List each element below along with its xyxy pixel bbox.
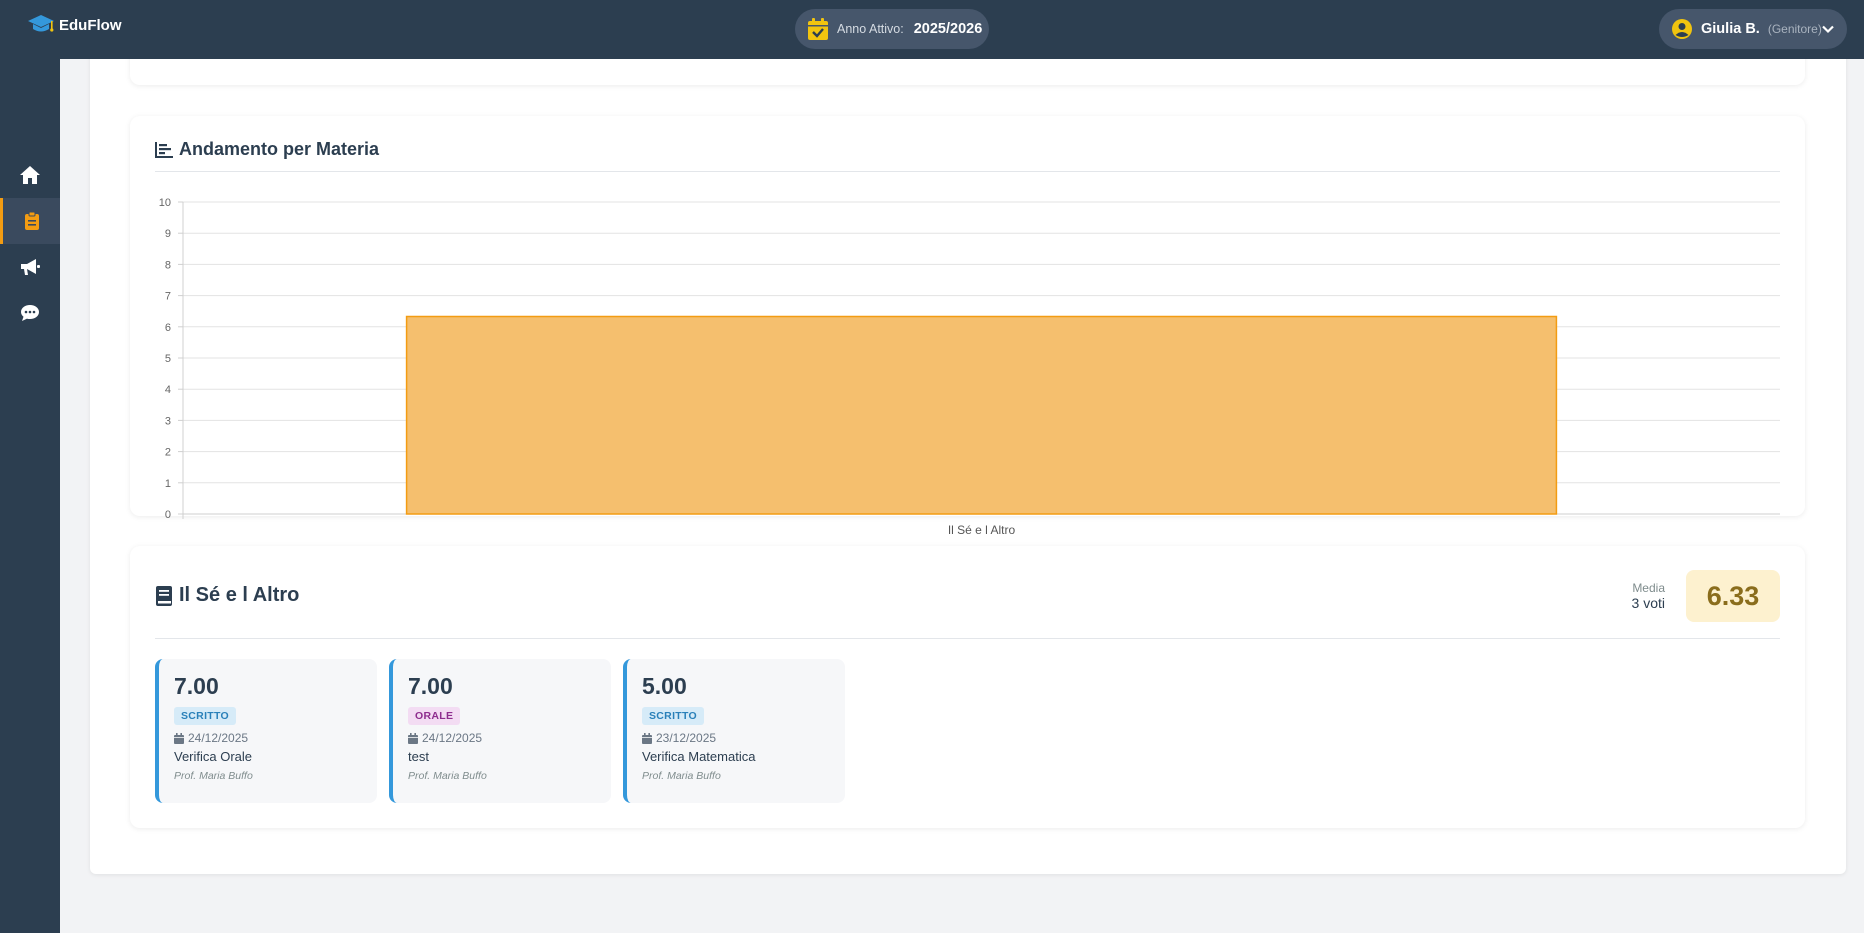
chart-bar-icon [155,141,173,158]
average-label: Media [1632,581,1665,595]
grade-teacher: Prof. Maria Buffo [642,770,721,782]
average-badge: 6.33 [1686,570,1780,622]
grade-teacher: Prof. Maria Buffo [408,770,487,782]
chat-icon [21,305,39,321]
average-info: Media 3 voti [1632,581,1665,611]
grade-date-text: 24/12/2025 [188,731,249,745]
top-bar: EduFlow Anno Attivo: 2025/2026 Giulia B.… [0,0,1864,59]
grade-card[interactable]: 7.00 ORALE 24/12/2025 test Prof. Maria Buffo [389,659,611,803]
active-year-value: 2025/2026 [913,21,983,37]
sidebar-item-home[interactable] [0,152,60,198]
chevron-down-icon [1822,25,1834,34]
book-icon [156,585,172,606]
user-menu[interactable]: Giulia B. (Genitore) [1659,9,1847,49]
grade-value: 5.00 [642,673,687,699]
grade-date: 24/12/2025 [174,731,377,745]
subject-title-text: Il Sé e l Altro [179,584,300,606]
chart-card: Andamento per Materia [130,116,1805,516]
grade-type-badge: ORALE [408,707,461,725]
home-icon [20,166,40,184]
grade-date-text: 23/12/2025 [656,731,717,745]
calendar-check-icon [808,18,828,40]
grade-card[interactable]: 7.00 SCRITTO 24/12/2025 Verifica Orale Prof.… [155,659,377,803]
calendar-icon [174,732,184,744]
grade-value: 7.00 [174,673,219,699]
clipboard-icon [24,211,39,230]
grade-description: Verifica Matematica [642,749,756,764]
grade-date: 23/12/2025 [642,731,845,745]
user-role: (Genitore) [1767,22,1822,36]
grade-date: 24/12/2025 [408,731,611,745]
grade-type-badge: SCRITTO [642,707,704,725]
sidebar-item-announcements[interactable] [0,244,60,290]
calendar-icon [642,732,652,744]
grade-card[interactable]: 5.00 SCRITTO 23/12/2025 Verifica Matematica… [623,659,845,803]
active-year-label: Anno Attivo: [837,22,904,36]
active-year-pill[interactable]: Anno Attivo: 2025/2026 [795,9,989,49]
user-avatar-icon [1672,19,1692,39]
grade-count: 3 voti [1631,595,1665,611]
calendar-icon [408,732,418,744]
grade-value: 7.00 [408,673,453,699]
grade-description: test [408,749,429,764]
subject-card: Il Sé e l Altro Media 3 voti 6.33 7.00 SC… [130,546,1805,828]
sidebar-item-grades[interactable] [0,198,60,244]
sidebar-item-messages[interactable] [0,290,60,336]
chart-section-title-text: Andamento per Materia [179,139,380,159]
grade-type-badge: SCRITTO [174,707,236,725]
megaphone-icon [21,259,40,275]
sidebar [0,59,60,933]
brand-logo[interactable]: EduFlow [27,14,122,36]
grade-teacher: Prof. Maria Buffo [174,770,253,782]
subject-divider [155,638,1780,639]
chart-section-title: Andamento per Materia [155,139,379,160]
brand-name: EduFlow [59,16,122,34]
graduation-cap-icon [28,15,54,32]
chart-divider [155,171,1780,172]
grade-date-text: 24/12/2025 [422,731,483,745]
subject-title: Il Sé e l Altro [155,584,299,607]
user-name: Giulia B. [1701,21,1760,37]
grade-description: Verifica Orale [174,749,253,764]
